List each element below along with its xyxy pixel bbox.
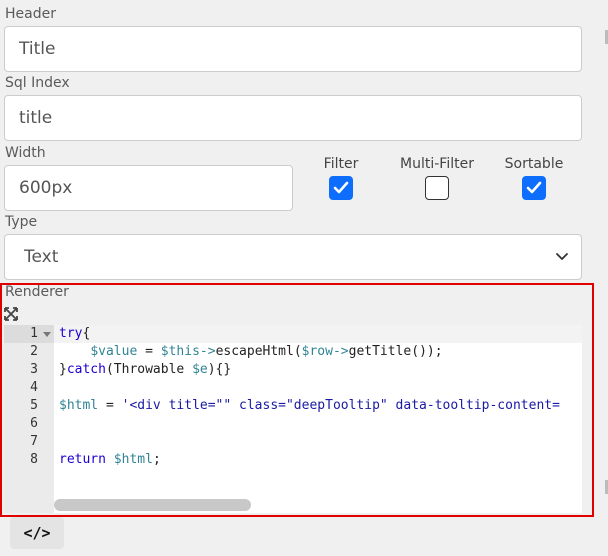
- code-line: }catch(Throwable $e){}: [59, 362, 232, 377]
- type-select-value: Text: [24, 247, 59, 267]
- sortable-checkbox[interactable]: [522, 176, 546, 200]
- sortable-label: Sortable: [504, 156, 564, 172]
- type-label: Type: [5, 214, 38, 230]
- line-number: 6: [30, 416, 38, 431]
- width-label: Width: [5, 145, 46, 161]
- multi-filter-checkbox[interactable]: [425, 176, 449, 200]
- code-line: ​: [54, 433, 582, 451]
- width-input[interactable]: 600px: [4, 165, 293, 211]
- filter-group: Filter: [312, 156, 370, 200]
- code-view-button[interactable]: </>: [10, 517, 64, 549]
- header-label: Header: [5, 6, 56, 22]
- chevron-down-icon: [556, 253, 568, 260]
- code-line: $value = $this->escapeHtml($row->getTitl…: [90, 344, 443, 359]
- multi-filter-group: Multi-Filter: [393, 156, 481, 200]
- check-icon: [333, 181, 349, 194]
- code-line: $html = '<div title="" class="deepToolti…: [59, 398, 560, 413]
- line-number: 5: [30, 398, 38, 413]
- code-line: ​: [54, 379, 582, 397]
- code-line: return $html;: [59, 452, 161, 467]
- header-input[interactable]: Title: [4, 26, 582, 72]
- code-editor[interactable]: 1 2 3 4 5 6 7 8 try{ $value = $this->esc…: [4, 325, 582, 513]
- code-icon: </>: [23, 524, 51, 542]
- code-line: try{: [54, 325, 582, 343]
- line-number: 2: [30, 344, 38, 359]
- line-number: 4: [30, 380, 38, 395]
- code-line: ​: [54, 415, 582, 433]
- multi-filter-label: Multi-Filter: [400, 156, 474, 172]
- filter-checkbox[interactable]: [329, 176, 353, 200]
- renderer-label: Renderer: [5, 284, 69, 300]
- sortable-group: Sortable: [498, 156, 570, 200]
- line-number: 3: [30, 362, 38, 377]
- filter-label: Filter: [323, 156, 359, 172]
- line-number: 7: [30, 434, 38, 449]
- code-lines: try{ $value = $this->escapeHtml($row->ge…: [54, 325, 582, 469]
- line-numbers: 1 2 3 4 5 6 7 8: [4, 325, 54, 469]
- check-icon: [526, 181, 542, 194]
- horizontal-scrollbar[interactable]: [54, 499, 251, 511]
- type-select[interactable]: Text: [4, 234, 582, 280]
- sql-index-label: Sql Index: [5, 75, 70, 91]
- line-number: 8: [30, 452, 38, 467]
- expand-arrows-icon[interactable]: [4, 306, 18, 321]
- sql-index-input[interactable]: title: [4, 95, 582, 141]
- fold-arrow-icon[interactable]: [43, 332, 51, 337]
